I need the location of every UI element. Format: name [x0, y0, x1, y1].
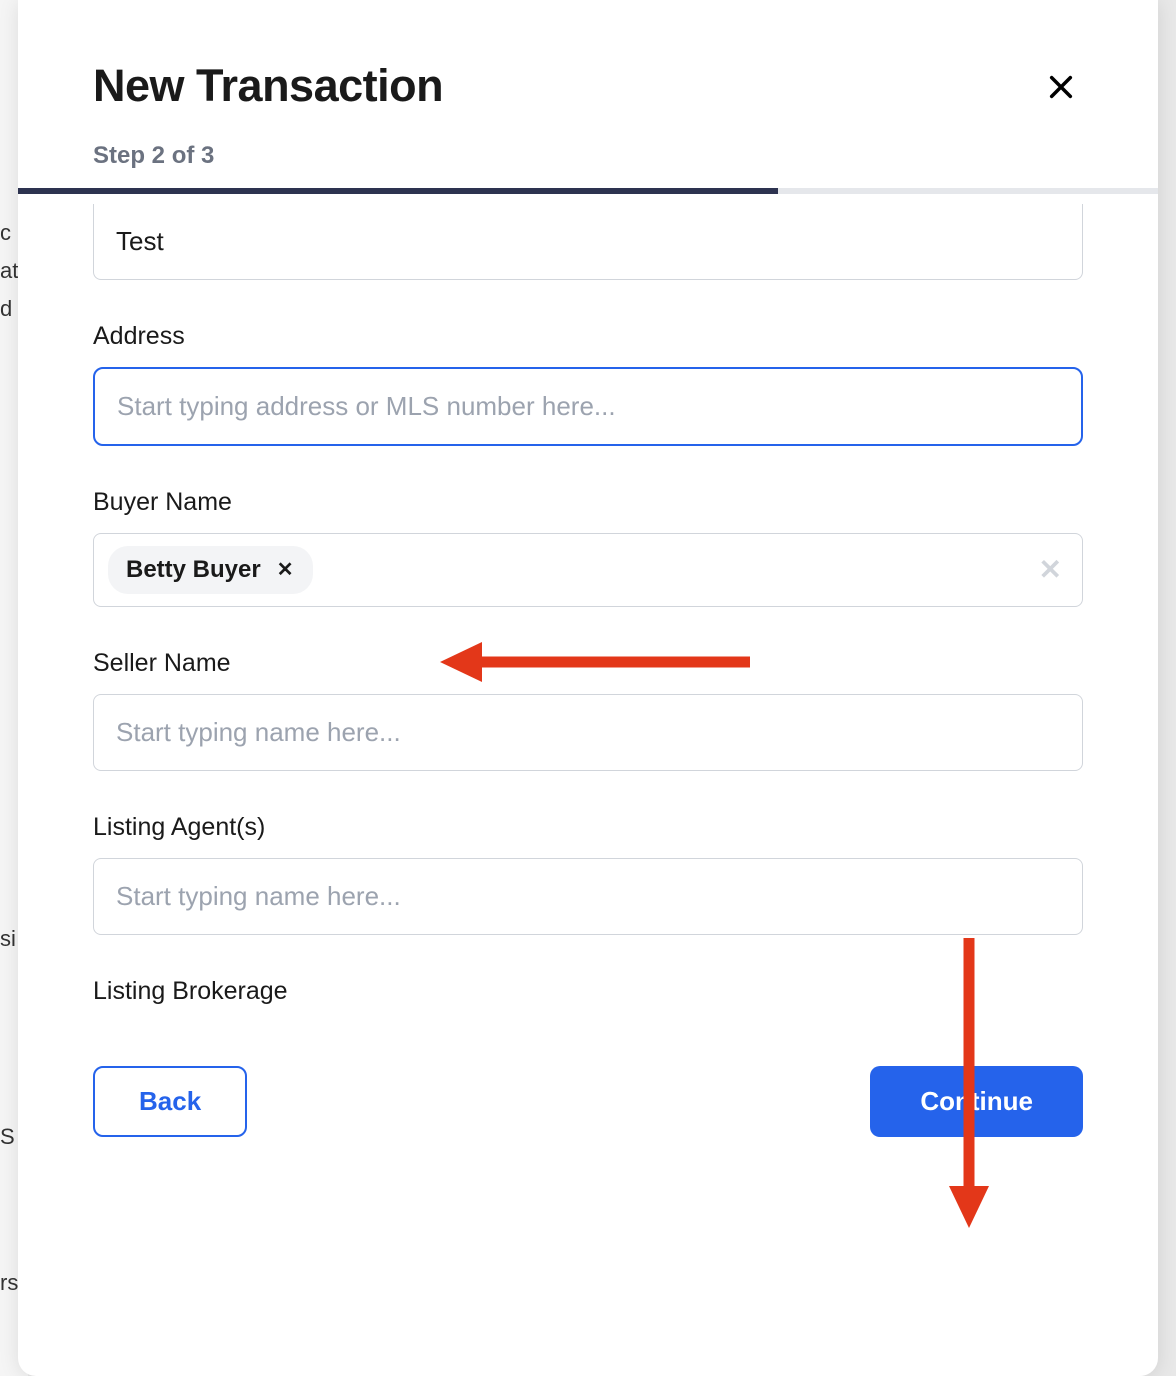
transaction-name-input[interactable]	[93, 204, 1083, 280]
modal-header: New Transaction	[18, 0, 1158, 112]
buyer-name-input[interactable]: Betty Buyer ✕ ✕	[93, 533, 1083, 607]
backdrop-fragment: c	[0, 220, 11, 246]
backdrop-fragment: d	[0, 296, 12, 322]
backdrop-fragment: rs	[0, 1270, 18, 1296]
progress-bar	[18, 188, 1158, 194]
footer-buttons: Back Continue	[18, 1066, 1158, 1137]
modal-title: New Transaction	[93, 60, 443, 112]
backdrop-fragment: si	[0, 926, 16, 952]
address-label: Address	[93, 322, 1083, 351]
buyer-name-label: Buyer Name	[93, 488, 1083, 517]
close-icon	[1047, 73, 1075, 101]
backdrop-fragment: at	[0, 258, 18, 284]
seller-name-label: Seller Name	[93, 649, 1083, 678]
buyer-tag-label: Betty Buyer	[126, 556, 261, 584]
new-transaction-modal: New Transaction Step 2 of 3 Address Buye…	[18, 0, 1158, 1376]
back-button[interactable]: Back	[93, 1066, 247, 1137]
listing-agent-label: Listing Agent(s)	[93, 813, 1083, 842]
remove-tag-button[interactable]: ✕	[275, 560, 296, 580]
close-button[interactable]	[1039, 65, 1083, 112]
address-input[interactable]	[93, 367, 1083, 446]
step-indicator: Step 2 of 3	[18, 112, 1158, 188]
listing-agent-input[interactable]	[93, 858, 1083, 935]
listing-brokerage-label: Listing Brokerage	[93, 977, 1083, 1006]
progress-fill	[18, 188, 778, 194]
buyer-tag: Betty Buyer ✕	[108, 546, 313, 594]
continue-button[interactable]: Continue	[870, 1066, 1083, 1137]
seller-name-input[interactable]	[93, 694, 1083, 771]
form-area: Address Buyer Name Betty Buyer ✕ ✕ Selle…	[18, 204, 1158, 1006]
clear-buyers-button[interactable]: ✕	[1039, 556, 1062, 584]
backdrop-fragment: S	[0, 1124, 15, 1150]
